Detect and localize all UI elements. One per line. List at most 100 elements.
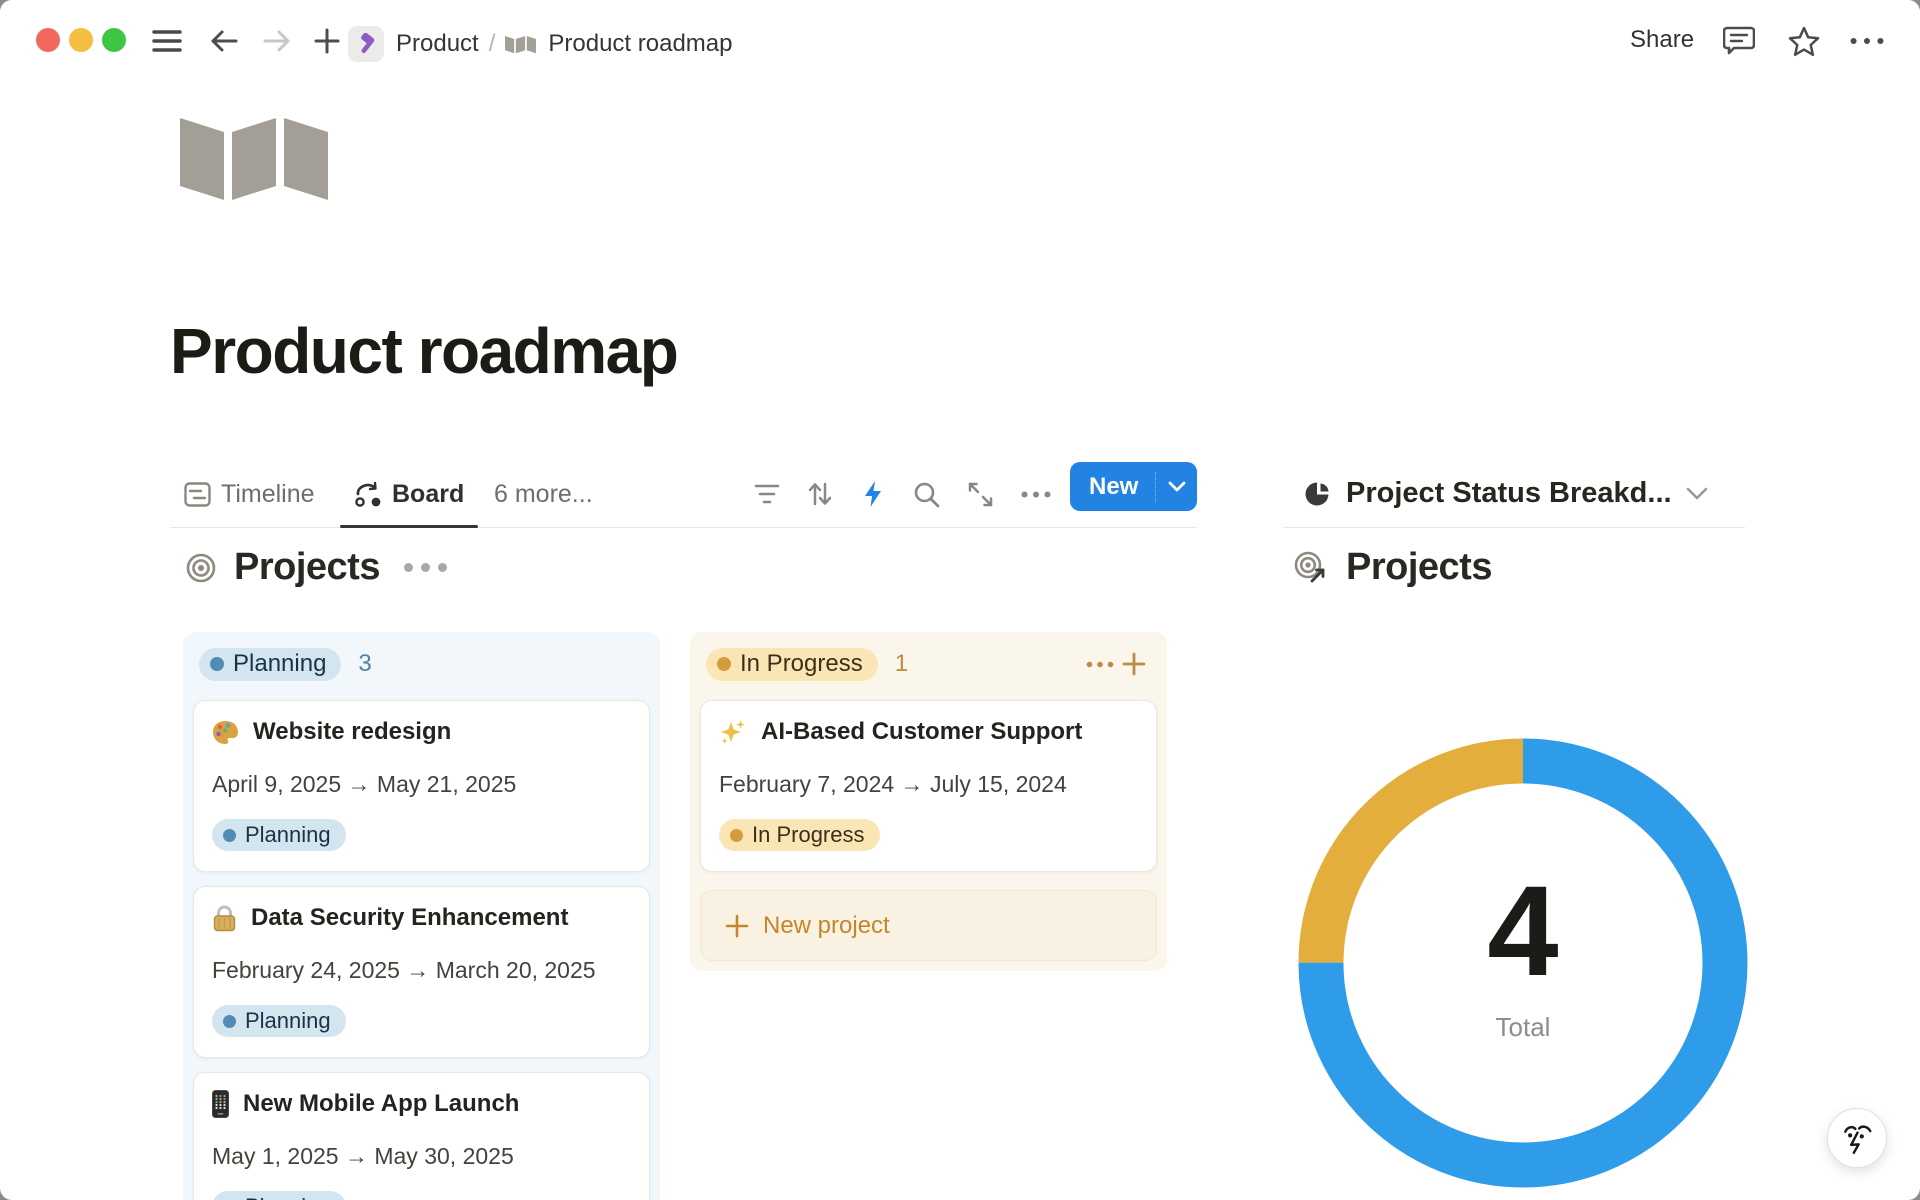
- board-section-header: Projects: [186, 546, 447, 589]
- phone-icon: [212, 1090, 229, 1118]
- status-breakdown-donut-chart: 4 Total: [1298, 738, 1748, 1188]
- search-icon: [913, 481, 940, 508]
- column-count: 1: [895, 650, 908, 678]
- page-title: Product roadmap: [170, 314, 677, 388]
- filter-icon: [754, 483, 780, 505]
- ellipsis-icon: [1021, 491, 1051, 498]
- card-data-security[interactable]: Data Security Enhancement February 24, 2…: [193, 886, 650, 1058]
- tab-label: Board: [392, 480, 464, 509]
- arrow-left-icon: [210, 29, 238, 53]
- tab-board[interactable]: Board: [354, 472, 464, 516]
- column-options-button[interactable]: [1083, 647, 1117, 681]
- ellipsis-icon: [1086, 661, 1114, 668]
- comments-button[interactable]: [1722, 24, 1756, 58]
- column-header: Planning 3: [193, 642, 650, 686]
- card-title: AI-Based Customer Support: [761, 718, 1082, 746]
- expand-view-button[interactable]: [960, 474, 1000, 514]
- card-website-redesign[interactable]: Website redesign April 9, 2025 → May 21,…: [193, 700, 650, 872]
- zoom-window-button[interactable]: [102, 28, 126, 52]
- board-column-planning: Planning 3 Website redesign April 9, 202…: [183, 632, 660, 1200]
- status-dot: [717, 657, 731, 671]
- notion-ai-button[interactable]: [1827, 1108, 1887, 1168]
- search-button[interactable]: [906, 474, 946, 514]
- new-button[interactable]: New: [1070, 473, 1138, 501]
- target-icon: [186, 553, 216, 583]
- card-dates: April 9, 2025 → May 21, 2025: [212, 771, 631, 798]
- status-dot: [210, 657, 224, 671]
- minimize-window-button[interactable]: [69, 28, 93, 52]
- new-project-label: New project: [763, 912, 890, 940]
- new-tab-button[interactable]: [310, 24, 344, 58]
- chevron-down-icon: [1168, 481, 1186, 492]
- tab-more-views[interactable]: 6 more...: [494, 472, 593, 516]
- status-pill-planning[interactable]: Planning: [199, 648, 341, 681]
- forward-button[interactable]: [260, 24, 294, 58]
- card-ai-customer-support[interactable]: AI-Based Customer Support February 7, 20…: [700, 700, 1157, 872]
- card-title: Website redesign: [253, 718, 451, 746]
- donut-total-label: Total: [1298, 1012, 1748, 1043]
- ellipsis-icon: [1850, 37, 1884, 45]
- new-button-dropdown[interactable]: [1156, 481, 1197, 492]
- page-icon-button[interactable]: [180, 112, 328, 200]
- star-icon: [1788, 26, 1820, 57]
- card-dates: February 24, 2025 → March 20, 2025: [212, 957, 631, 984]
- status-pill-in-progress[interactable]: In Progress: [706, 648, 878, 681]
- hamburger-icon: [152, 29, 182, 53]
- chart-section-header: Projects: [1294, 546, 1492, 589]
- card-dates: May 1, 2025 → May 30, 2025: [212, 1143, 631, 1170]
- card-title: New Mobile App Launch: [243, 1090, 519, 1118]
- column-header: In Progress 1: [700, 642, 1157, 686]
- board-column-in-progress: In Progress 1: [690, 632, 1167, 971]
- view-options-button[interactable]: [1016, 474, 1056, 514]
- map-icon: [505, 31, 536, 57]
- filter-button[interactable]: [747, 474, 787, 514]
- chart-header-title: Project Status Breakd...: [1346, 477, 1672, 510]
- map-icon: [180, 112, 328, 200]
- breadcrumb-workspace[interactable]: Product: [396, 30, 479, 58]
- more-options-button[interactable]: [1850, 24, 1884, 58]
- breadcrumb-page[interactable]: Product roadmap: [548, 30, 732, 58]
- status-label: Planning: [233, 650, 326, 678]
- card-title: Data Security Enhancement: [251, 904, 568, 932]
- card-dates: February 7, 2024 → July 15, 2024: [719, 771, 1138, 798]
- timeline-icon: [184, 482, 211, 507]
- donut-total-value: 4: [1298, 868, 1748, 996]
- automations-button[interactable]: [853, 474, 893, 514]
- sort-button[interactable]: [800, 474, 840, 514]
- back-button[interactable]: [207, 24, 241, 58]
- comment-icon: [1723, 26, 1755, 56]
- target-arrow-icon: [1294, 551, 1328, 585]
- breadcrumb: Product / Product roadmap: [348, 26, 733, 62]
- active-tab-underline: [340, 525, 478, 528]
- pie-chart-icon: [1305, 480, 1332, 507]
- close-window-button[interactable]: [36, 28, 60, 52]
- plus-icon: [725, 914, 749, 938]
- status-label: In Progress: [740, 650, 863, 678]
- sort-icon: [807, 481, 833, 507]
- tab-label: 6 more...: [494, 480, 593, 509]
- share-button[interactable]: Share: [1630, 26, 1694, 54]
- sparkles-icon: [719, 718, 747, 746]
- tab-timeline[interactable]: Timeline: [184, 472, 315, 516]
- column-add-card-button[interactable]: [1117, 647, 1151, 681]
- titlebar: Product / Product roadmap Share: [0, 0, 1920, 82]
- plus-icon: [1122, 652, 1146, 676]
- card-mobile-app[interactable]: New Mobile App Launch May 1, 2025 → May …: [193, 1072, 650, 1200]
- arrow-right-icon: [263, 29, 291, 53]
- column-count: 3: [358, 650, 371, 678]
- lock-icon: [212, 905, 237, 932]
- favorite-button[interactable]: [1787, 24, 1821, 58]
- card-status-pill: Planning: [212, 1005, 346, 1037]
- board-icon: [354, 481, 382, 508]
- plus-icon: [314, 28, 340, 54]
- card-status-pill: Planning: [212, 1191, 346, 1200]
- workspace-icon-button[interactable]: [348, 26, 384, 62]
- sidebar-menu-button[interactable]: [150, 24, 184, 58]
- chart-header-dropdown[interactable]: Project Status Breakd...: [1283, 460, 1745, 528]
- lightning-icon: [863, 480, 883, 508]
- new-button-group: New: [1070, 462, 1197, 511]
- new-project-button[interactable]: New project: [700, 890, 1157, 961]
- expand-icon: [967, 481, 994, 508]
- palette-icon: [212, 720, 239, 745]
- section-options-button[interactable]: [404, 563, 447, 572]
